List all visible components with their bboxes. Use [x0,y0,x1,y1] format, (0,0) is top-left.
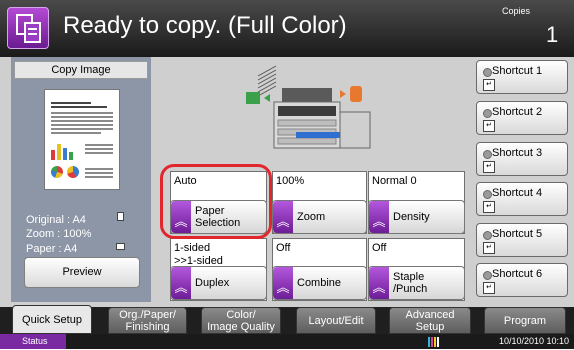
copy-image-title: Copy Image [14,61,148,79]
shortcut-label: Shortcut 3 [492,147,543,159]
date-time: 10/10/2010 10:10 [499,336,570,346]
tab-color-image-quality[interactable]: Color/ Image Quality [201,307,281,334]
tab-layout-edit[interactable]: Layout/Edit [296,307,376,334]
duplex-value-line1: 1-sided [174,242,211,254]
indicator-dot-icon [483,68,492,77]
tab-label: Program [503,314,547,327]
document-thumbnail [44,89,120,190]
double-chevron-up-icon: ︽ [369,267,389,299]
machine-illustration [222,62,382,162]
zoom-value: 100% [276,175,305,187]
staple-label-line1: Staple [393,271,425,283]
zoom-button[interactable]: ︽ Zoom [272,200,367,234]
shortcut-label: Shortcut 5 [492,228,543,240]
original-orientation-icon [117,212,124,221]
indicator-dot-icon [483,271,492,280]
shortcut-icon: ↵ [483,282,495,294]
tab-label-line2: Setup [415,320,445,333]
density-button[interactable]: ︽ Density [368,200,465,234]
paper-size-info: Paper : A4 [26,243,78,255]
indicator-dot-icon [483,150,492,159]
highlight-annotation [160,164,272,239]
page-title: Ready to copy. (Full Color) [63,12,347,39]
combine-label: Combine [297,277,342,289]
shortcut-icon: ↵ [483,161,495,173]
preview-button[interactable]: Preview [24,257,140,288]
indicator-dot-icon [483,190,492,199]
double-chevron-up-icon: ︽ [369,201,389,233]
tab-label-line1: Org./Paper/ [119,308,176,321]
shortcut-icon: ↵ [483,242,495,254]
density-value: Normal 0 [372,175,417,187]
tab-label-line2: Finishing [125,320,170,333]
staple-value: Off [372,242,387,254]
shortcut-icon: ↵ [483,120,495,132]
zoom-label: Zoom [297,211,326,223]
shortcut-6-button[interactable]: Shortcut 6 ↵ [476,263,568,297]
tab-label-line1: Advanced [405,308,455,321]
copies-count[interactable]: 1 [546,22,558,48]
original-size-info: Original : A4 [26,214,86,226]
paper-orientation-icon [116,243,125,250]
tab-advanced-setup[interactable]: Advanced Setup [389,307,471,334]
staple-punch-label: Staple /Punch [393,267,427,299]
shortcut-1-button[interactable]: Shortcut 1 ↵ [476,60,568,94]
tab-label: Quick Setup [22,313,82,326]
double-chevron-up-icon: ︽ [171,267,191,299]
copy-mode-icon [7,7,49,49]
shortcut-2-button[interactable]: Shortcut 2 ↵ [476,101,568,135]
shortcut-icon: ↵ [483,79,495,91]
status-bar [0,334,574,349]
copies-label: Copies [502,6,531,16]
tab-label-line1: Color/ [226,308,256,321]
shortcut-label: Shortcut 4 [492,187,543,199]
duplex-button[interactable]: ︽ Duplex [170,266,267,300]
shortcut-5-button[interactable]: Shortcut 5 ↵ [476,223,568,257]
thumb-pie-graphic [51,166,63,178]
double-chevron-up-icon: ︽ [273,201,293,233]
zoom-info: Zoom : 100% [26,228,92,240]
shortcut-label: Shortcut 1 [492,65,543,77]
duplex-label: Duplex [195,277,230,289]
shortcut-label: Shortcut 2 [492,106,543,118]
status-button[interactable]: Status [0,334,66,349]
combine-button[interactable]: ︽ Combine [272,266,367,300]
staple-punch-button[interactable]: ︽ Staple /Punch [368,266,465,300]
tab-label: Layout/Edit [308,314,364,327]
combine-value: Off [276,242,291,254]
indicator-dot-icon [483,231,492,240]
shortcut-icon: ↵ [483,201,495,213]
double-chevron-up-icon: ︽ [273,267,293,299]
tab-quick-setup[interactable]: Quick Setup [12,305,92,334]
tab-label-line2: Image Quality [207,320,275,333]
staple-label-line2: /Punch [393,283,428,295]
shortcut-label: Shortcut 6 [492,268,543,280]
density-label: Density [393,211,430,223]
indicator-dot-icon [483,109,492,118]
thumb-pie-graphic [67,166,79,178]
shortcut-4-button[interactable]: Shortcut 4 ↵ [476,182,568,216]
tab-program[interactable]: Program [484,307,566,334]
tab-org-paper-finishing[interactable]: Org./Paper/ Finishing [108,307,187,334]
thumb-bar-graphic [51,142,79,160]
toner-level-icon [428,337,440,347]
shortcut-3-button[interactable]: Shortcut 3 ↵ [476,142,568,176]
